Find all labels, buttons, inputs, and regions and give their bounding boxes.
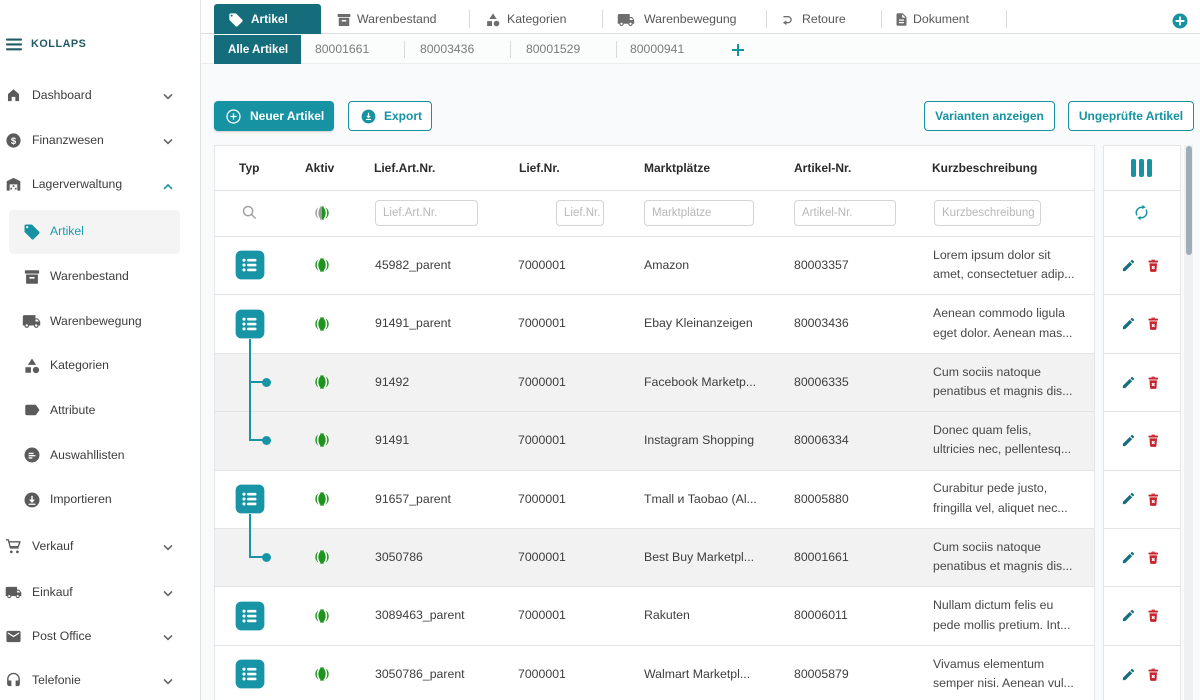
svg-text:$: $ [11, 135, 17, 146]
